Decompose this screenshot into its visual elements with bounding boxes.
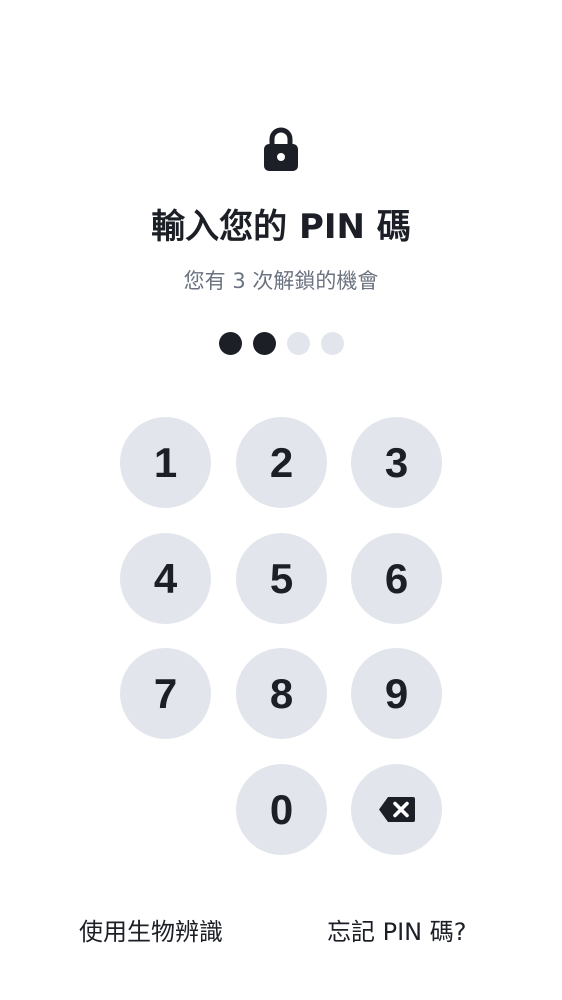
pin-dot-4 [320,332,344,355]
pin-indicator [0,332,562,356]
key-8[interactable]: 8 [236,648,327,739]
key-5[interactable]: 5 [236,533,327,624]
key-1[interactable]: 1 [120,417,211,508]
lock-icon [264,127,298,171]
pin-dot-1 [218,332,242,355]
key-9[interactable]: 9 [351,648,442,739]
backspace-button[interactable] [351,764,442,855]
forgot-pin-link[interactable]: 忘記 PIN 碼? [327,914,467,950]
pin-dot-2 [252,332,276,355]
numeric-keypad: 1 2 3 4 5 6 7 8 9 0 [120,417,442,855]
pin-dot-3 [286,332,310,355]
key-0[interactable]: 0 [236,764,327,855]
backspace-icon [378,797,415,822]
key-7[interactable]: 7 [120,648,211,739]
key-2[interactable]: 2 [236,417,327,508]
key-3[interactable]: 3 [351,417,442,508]
key-6[interactable]: 6 [351,533,442,624]
page-title: 輸入您的 PIN 碼 [151,207,411,247]
key-4[interactable]: 4 [120,533,211,624]
use-biometrics-link[interactable]: 使用生物辨識 [79,914,223,950]
attempts-remaining-text: 您有 3 次解鎖的機會 [183,269,379,293]
